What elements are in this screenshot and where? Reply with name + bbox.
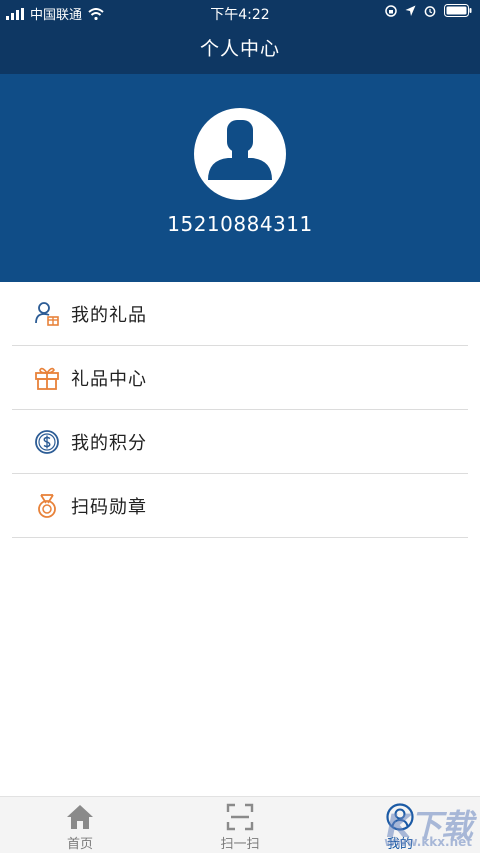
user-silhouette-icon [208,120,272,180]
tab-label: 扫一扫 [220,837,260,852]
gift-box-icon [34,365,60,391]
menu-item-label: 扫码勋章 [71,496,147,518]
orientation-lock-icon [385,4,397,17]
medal-icon [34,493,60,519]
tab-bar: 首页 扫一扫 我的 K下载 www.kkx.net [0,796,480,853]
tab-home[interactable]: 首页 [20,797,140,853]
status-bar: 中国联通 下午4:22 [0,0,480,24]
nav-bar: 个人中心 [0,24,480,74]
location-icon [405,5,416,16]
scan-icon [226,803,254,831]
home-icon [67,805,93,829]
menu-list: 我的礼品 礼品中心 我的积分 扫码勋章 [0,282,480,538]
coin-icon [34,429,60,455]
menu-item-scan-medals[interactable]: 扫码勋章 [12,474,468,538]
menu-item-label: 礼品中心 [71,368,147,390]
menu-item-label: 我的礼品 [71,304,147,326]
avatar[interactable] [194,108,286,200]
menu-item-gift-center[interactable]: 礼品中心 [12,346,468,410]
menu-item-my-points[interactable]: 我的积分 [12,410,468,474]
profile-header: 15210884311 [0,74,480,282]
watermark-url: www.kkx.net [384,835,472,849]
user-gift-icon [34,301,60,327]
watermark: K下载 www.kkx.net [366,801,476,851]
tab-label: 首页 [66,837,93,852]
tab-scan[interactable]: 扫一扫 [180,797,300,853]
page-title: 个人中心 [199,38,280,60]
menu-item-label: 我的积分 [71,432,147,454]
phone-number: 15210884311 [167,212,313,236]
battery-icon [444,4,472,17]
menu-item-my-gifts[interactable]: 我的礼品 [12,282,468,346]
alarm-icon [424,5,436,17]
status-right [385,4,472,17]
